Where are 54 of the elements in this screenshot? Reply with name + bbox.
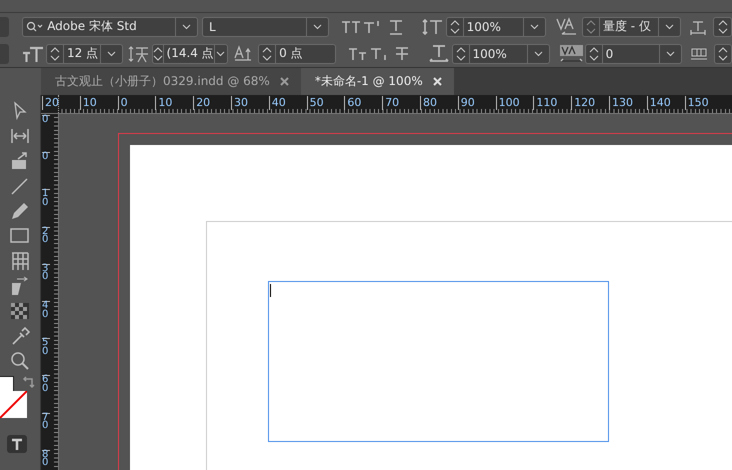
grid-spacing-icon xyxy=(690,46,708,60)
ruler-label: 0 xyxy=(42,115,50,124)
format-text-icon[interactable] xyxy=(7,435,27,453)
baseline-shift-field[interactable]: 0 点 xyxy=(258,44,336,64)
ruler-label: 20 xyxy=(193,96,210,110)
ruler-label: 20 xyxy=(42,96,59,110)
ruler-label: 80 xyxy=(420,96,437,110)
ruler-label: 110 xyxy=(533,96,558,110)
spinner-icon[interactable] xyxy=(152,44,164,62)
spinner-icon[interactable] xyxy=(713,16,732,36)
ruler-label: 140 xyxy=(646,96,671,110)
spinner-icon[interactable] xyxy=(714,44,732,64)
ruler-label: 120 xyxy=(571,96,596,110)
ruler-label: 0 xyxy=(42,152,50,162)
tracking-field[interactable]: 0 xyxy=(584,44,682,64)
ruler-label: 50 xyxy=(42,338,50,356)
leading-icon xyxy=(422,18,444,36)
kerning-field[interactable]: 量度 - 仅 xyxy=(582,16,682,36)
ruler-label: 60 xyxy=(42,375,50,394)
font-family-field[interactable]: Adobe 宋体 Std xyxy=(22,16,198,36)
text-cursor xyxy=(270,284,271,297)
ruler-label: 70 xyxy=(382,96,400,110)
close-icon[interactable] xyxy=(280,77,289,86)
tracking-icon xyxy=(560,44,583,62)
ruler-label: 130 xyxy=(609,96,633,110)
document-tab[interactable]: 古文观止（小册子）0329.indd @ 68% xyxy=(41,68,301,95)
horizontal-scale-icon xyxy=(428,44,450,64)
caret-icon[interactable] xyxy=(214,44,228,62)
leading-icon xyxy=(128,44,150,62)
ruler-label: 30 xyxy=(42,264,50,282)
ruler-label: 50 xyxy=(306,96,324,110)
document-tab[interactable]: *未命名-1 @ 100% xyxy=(300,68,454,95)
leading-field[interactable]: (14.4 点 xyxy=(152,44,228,64)
horizontal-scale-field[interactable]: 100% xyxy=(452,44,550,64)
ruler-label: 40 xyxy=(268,96,286,110)
ruler-label: 100 xyxy=(496,96,520,110)
swap-arrows-icon[interactable] xyxy=(22,375,36,389)
ruler-label: 70 xyxy=(42,412,50,431)
ruler-label: 150 xyxy=(684,96,709,110)
ruler-label: 20 xyxy=(42,226,50,245)
font-size-field[interactable]: 12 点 xyxy=(46,44,123,64)
ruler-label: 60 xyxy=(344,96,362,110)
ruler-label: 10 xyxy=(155,96,172,110)
font-size-icon xyxy=(22,44,44,62)
ruler-label: 40 xyxy=(42,301,50,319)
ruler-label: 10 xyxy=(42,189,50,208)
font-style-field[interactable]: L xyxy=(202,16,329,36)
ruler-label: 80 xyxy=(42,450,50,468)
vertical-scale-field[interactable]: 100% xyxy=(446,16,546,36)
ruler-label: 10 xyxy=(80,96,97,110)
ruler-label: 90 xyxy=(458,96,475,110)
ruler-label: 0 xyxy=(118,96,128,110)
search-icon xyxy=(26,20,44,32)
ruler-label: 30 xyxy=(231,96,248,110)
